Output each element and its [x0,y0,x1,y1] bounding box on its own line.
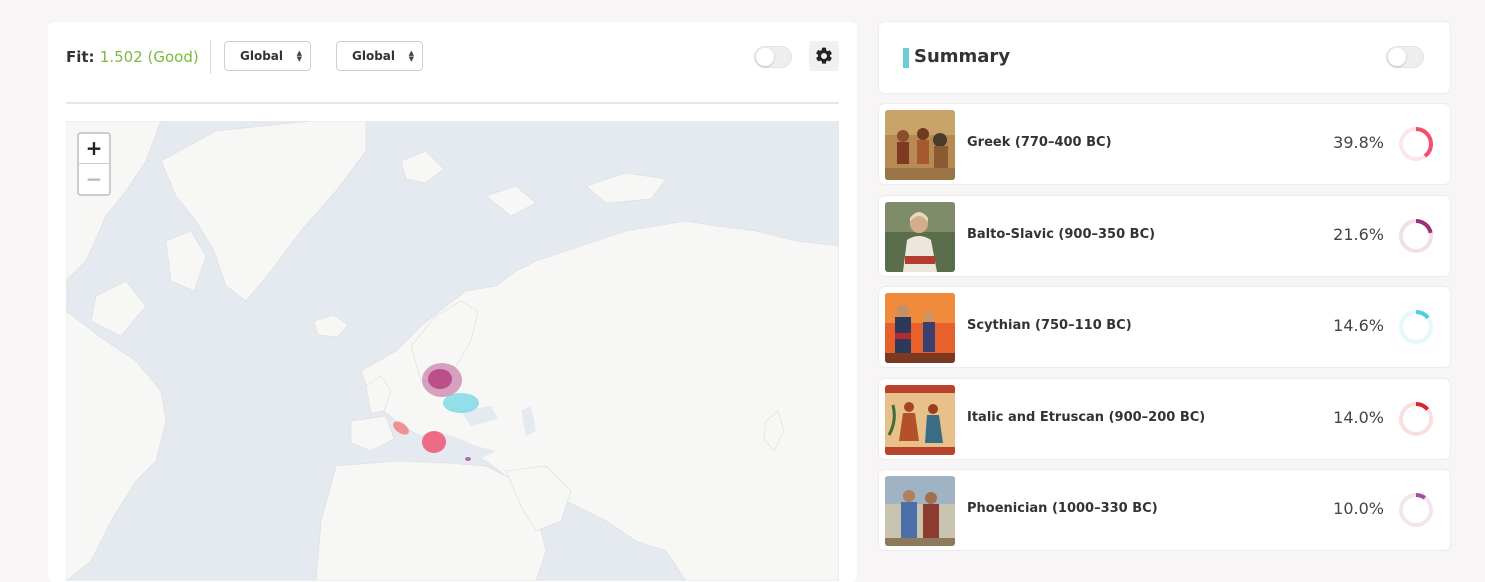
zoom-control: + − [77,132,111,196]
population-name: Greek (770–400 BC) [967,135,1112,150]
population-percent: 21.6% [1333,225,1384,244]
percent-donut [1399,493,1433,527]
summary-title: Summary [914,46,1011,67]
population-row-phoenician[interactable]: Phoenician (1000–330 BC) 10.0% [879,470,1450,550]
population-percent: 39.8% [1333,133,1384,152]
percent-donut [1399,219,1433,253]
controls-divider [210,40,211,74]
percent-donut [1399,402,1433,436]
region-select-1-value: Global [240,49,284,63]
settings-button[interactable] [809,41,839,71]
heat-blob-purple [465,457,471,461]
map-controls: Fit: 1.502 (Good) Global ▲ ▼ Global ▲ ▼ [66,40,839,76]
select-arrows-icon: ▲ ▼ [408,49,414,63]
zoom-in-button[interactable]: + [79,134,109,164]
region-select-2-value: Global [352,49,396,63]
toggle-knob [756,48,774,66]
bearded-man-painting-thumbnail [885,202,955,272]
summary-toggle[interactable] [1386,46,1424,68]
donut-track [1399,493,1433,527]
population-name: Phoenician (1000–330 BC) [967,501,1158,516]
population-name: Italic and Etruscan (900–200 BC) [967,410,1206,425]
map-toggle[interactable] [754,46,792,68]
world-map [66,121,839,581]
controls-separator [66,102,839,104]
warriors-painting-thumbnail [885,110,955,180]
horsemen-painting-thumbnail [885,293,955,363]
population-row-scythian[interactable]: Scythian (750–110 BC) 14.6% [879,287,1450,367]
population-row-italic-etruscan[interactable]: Italic and Etruscan (900–200 BC) 14.0% [879,379,1450,459]
map-card: Fit: 1.502 (Good) Global ▲▼ Global ▲▼ [48,22,857,582]
region-select-2[interactable]: Global ▲ ▼ [336,41,423,71]
fit-value: 1.502 (Good) [99,48,199,66]
summary-accent-bar [903,48,909,68]
population-percent: 14.0% [1333,408,1384,427]
fit-indicator: Fit: 1.502 (Good) [66,48,199,66]
population-name: Balto-Slavic (900–350 BC) [967,227,1156,242]
fit-label: Fit: [66,48,95,66]
select-arrows-icon: ▲ ▼ [296,49,302,63]
heat-blob-pink [422,431,446,453]
gear-icon [816,47,832,64]
etruscan-fresco-thumbnail [885,385,955,455]
heat-blob-magenta-inner [428,369,452,389]
map-view[interactable]: + − [66,121,839,581]
summary-header: Summary [879,22,1450,93]
percent-donut [1399,310,1433,344]
population-percent: 10.0% [1333,499,1384,518]
population-row-greek[interactable]: Greek (770–400 BC) 39.8% [879,104,1450,184]
region-select-1[interactable]: Global ▲ ▼ [224,41,311,71]
population-name: Scythian (750–110 BC) [967,318,1132,333]
percent-donut [1399,127,1433,161]
population-percent: 14.6% [1333,316,1384,335]
traders-painting-thumbnail [885,476,955,546]
toggle-knob [1388,48,1406,66]
population-row-balto-slavic[interactable]: Balto-Slavic (900–350 BC) 21.6% [879,196,1450,276]
zoom-out-button[interactable]: − [79,164,109,194]
